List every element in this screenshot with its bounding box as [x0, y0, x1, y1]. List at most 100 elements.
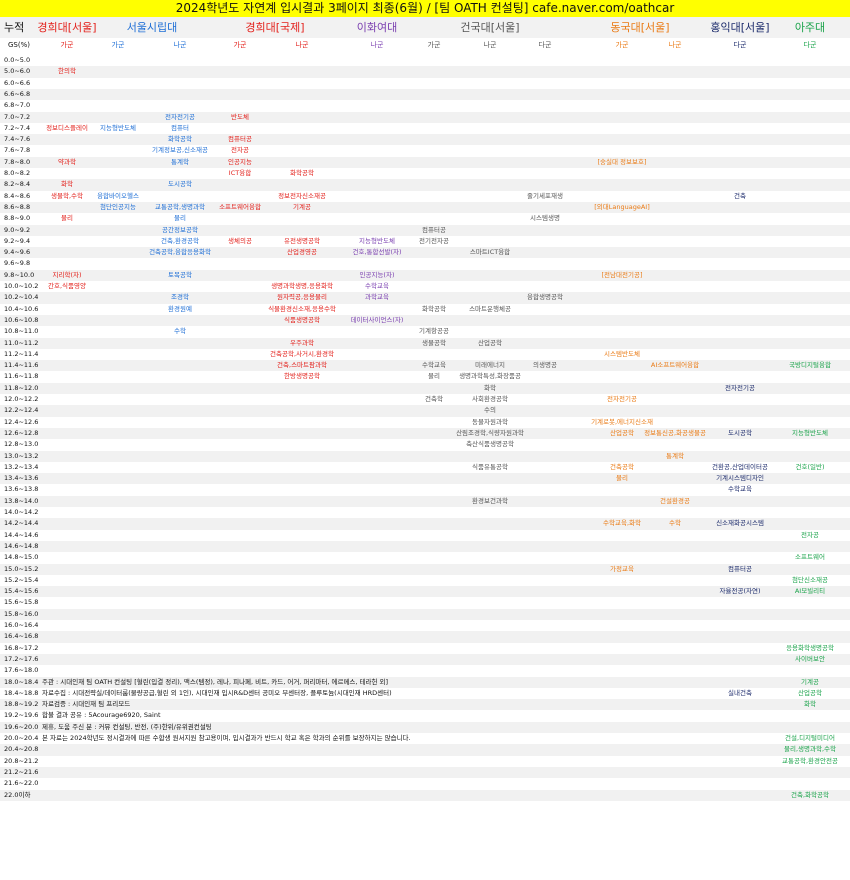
- department-cell: 사회환경공학: [472, 395, 508, 403]
- table-row: 17.6~18.0: [0, 665, 850, 676]
- table-row: 15.6~15.8: [0, 597, 850, 608]
- table-row: 15.8~16.0: [0, 608, 850, 620]
- department-cell: 건호(일반): [795, 462, 825, 471]
- table-row: 11.8~12.0 화학 전자전기공: [0, 382, 850, 394]
- department-cell: [전남대전기공]: [601, 270, 643, 279]
- gs-percent-label: GS(%): [8, 41, 30, 49]
- gs-range-label: 15.6~15.8: [4, 598, 39, 607]
- table-row: 9.8~10.0 지리학(자) 토목공학 인공지능(자) [전남대전기공]: [0, 269, 850, 281]
- gs-range-label: 7.2~7.4: [4, 123, 31, 132]
- group-label: 나군: [295, 41, 309, 49]
- department-cell: 통계학: [171, 157, 189, 166]
- department-cell: 건설,디지털미디어: [785, 734, 835, 742]
- gs-range-label: 12.8~13.0: [4, 440, 39, 449]
- department-cell: 소프트웨어융합: [219, 202, 261, 211]
- gs-range-label: 13.2~13.4: [4, 462, 39, 471]
- department-cell: 전자전기공: [725, 383, 755, 392]
- gs-range-label: 15.2~15.4: [4, 575, 39, 584]
- table-row: 6.6~6.8: [0, 88, 850, 101]
- department-cell: 수학교육,화학: [603, 519, 641, 528]
- department-cell: 산업경영공: [287, 248, 317, 257]
- department-cell: 반도체: [231, 112, 249, 121]
- university-name: 아주대: [794, 21, 826, 34]
- department-cell: 물리: [616, 474, 628, 483]
- group-label: 나군: [483, 41, 497, 49]
- gs-range-label: 14.4~14.6: [4, 530, 39, 539]
- department-cell: 기계공: [293, 202, 311, 211]
- footnote-text: 주관 : 시대인재 팀 OATH 컨설팅 [혈린(입결 정리), 맥스(템정),…: [42, 677, 389, 686]
- gs-range-label: 0.0~5.0: [4, 56, 31, 64]
- department-cell: 식물환경신소재,응용수학: [268, 304, 336, 313]
- department-cell: 환경보건과학: [472, 496, 508, 505]
- department-cell: 데이터사이언스(자): [350, 315, 404, 324]
- page-title: 2024학년도 자연계 입시결과 3페이지 최종(6월) / [팀 OATH 컨…: [0, 0, 850, 17]
- group-label: 다군: [803, 41, 817, 49]
- department-cell: 기계로봇,에너지신소재: [591, 417, 653, 426]
- table-row: 9.0~9.2 공간정보공학 컴퓨터공: [0, 224, 850, 236]
- table-row: 13.8~14.0 환경보건과학 건설환경공: [0, 495, 850, 507]
- department-cell: 전자공: [801, 530, 819, 539]
- gs-range-label: 20.4~20.8: [4, 745, 39, 754]
- group-label: 가군: [615, 41, 629, 49]
- department-cell: 전자공: [231, 146, 249, 155]
- table-row: 8.6~8.8 첨단인공지능 교통공학,생명과학 소프트웨어융합 기계공 [외대Langu…: [0, 201, 850, 214]
- table-row: 9.2~9.4 건축,환경공학 생체의공 유전생명공학 지능형반도체 전기전자공: [0, 236, 850, 247]
- gs-range-label: 12.0~12.2: [4, 395, 39, 403]
- department-cell: 건호,통합선발(자): [352, 248, 402, 257]
- department-cell: 건축,화학공학: [791, 790, 829, 799]
- department-cell: 화학공학: [422, 304, 446, 313]
- table-row: 14.4~14.6 전자공: [0, 530, 850, 541]
- department-cell: 정보전자신소재공: [278, 191, 326, 200]
- table-row: 13.6~13.8 수학교육: [0, 484, 850, 495]
- gs-range-label: 12.2~12.4: [4, 406, 39, 415]
- table-row: 17.2~17.6 사이버보안: [0, 653, 850, 666]
- gs-range-label: 8.4~8.6: [4, 191, 31, 200]
- gs-range-label: 10.6~10.8: [4, 315, 39, 324]
- table-row: 11.2~11.4 건축공학,사거시,환경학 시스템반도체: [0, 349, 850, 360]
- department-cell: 동물자원과학: [472, 417, 508, 426]
- gs-range-label: 13.8~14.0: [4, 496, 39, 505]
- department-cell: 지능형반도체: [792, 428, 828, 437]
- group-header-row: GS(%) 가군 가군 나군 가군 나군 나군 가군 나군 다군 가군 나군 다군 다군: [0, 38, 850, 53]
- gs-range-label: 11.4~11.6: [4, 361, 39, 370]
- group-label: 가군: [111, 41, 125, 49]
- gs-range-label: 13.4~13.6: [4, 474, 39, 483]
- department-cell: 지능형반도체: [100, 123, 136, 132]
- gs-range-label: 9.0~9.2: [4, 225, 31, 234]
- department-cell: 정보통신공,화공생물공: [644, 428, 706, 437]
- gs-range-label: 7.8~8.0: [4, 157, 31, 166]
- department-cell: 식품유통공학: [472, 462, 508, 471]
- department-cell: 약과학: [58, 157, 76, 166]
- gs-range-label: 14.6~14.8: [4, 541, 39, 550]
- group-label: 다군: [733, 41, 747, 49]
- table-row: 14.8~15.0 소프트웨어: [0, 552, 850, 563]
- table-row: 10.0~10.2 간호,식품영양 생명과학생명,응용화학 수학교육: [0, 281, 850, 292]
- group-label: 나군: [668, 41, 682, 49]
- department-cell: 식품생명공학: [284, 315, 320, 324]
- table-row: 12.8~13.0 축산식품생명공학: [0, 439, 850, 450]
- table-row: 16.0~16.4: [0, 620, 850, 631]
- department-cell: 시스템생명: [530, 214, 560, 223]
- department-cell: 기계시스템디자인: [716, 474, 764, 483]
- department-cell: 수학: [174, 327, 186, 336]
- table-row: 20.0~20.4 본 자료는 2024학년도 정시결과에 따른 수합생 원서지원…: [0, 733, 850, 744]
- department-cell: 화학: [804, 700, 816, 709]
- department-cell: 한방생명공학: [284, 372, 320, 381]
- table-row: 19.6~20.0 제휴, 도움 주신 분 : 커뮤 컨설팅, 반전, (주)한위…: [0, 721, 850, 733]
- department-cell: 물리: [428, 372, 440, 381]
- department-cell: 화학공학: [290, 169, 314, 177]
- department-cell: 사이버보안: [795, 654, 825, 663]
- department-cell: 전자전기공: [607, 395, 637, 403]
- gs-range-label: 6.8~7.0: [4, 101, 31, 110]
- department-cell: ICT융합: [228, 169, 252, 177]
- department-cell: 수의: [484, 406, 496, 415]
- table-row: 14.6~14.8: [0, 540, 850, 553]
- department-cell: 수학교육: [728, 485, 752, 494]
- gs-range-label: 18.0~18.4: [4, 677, 39, 686]
- table-row: 5.0~6.0 한의학: [0, 66, 850, 78]
- department-cell: 실내건축: [728, 688, 752, 697]
- department-cell: 정보디스플레이: [46, 123, 88, 132]
- university-name: 이화여대: [356, 21, 398, 34]
- department-cell: 물리: [61, 214, 73, 223]
- department-cell: 우주과학: [290, 338, 314, 347]
